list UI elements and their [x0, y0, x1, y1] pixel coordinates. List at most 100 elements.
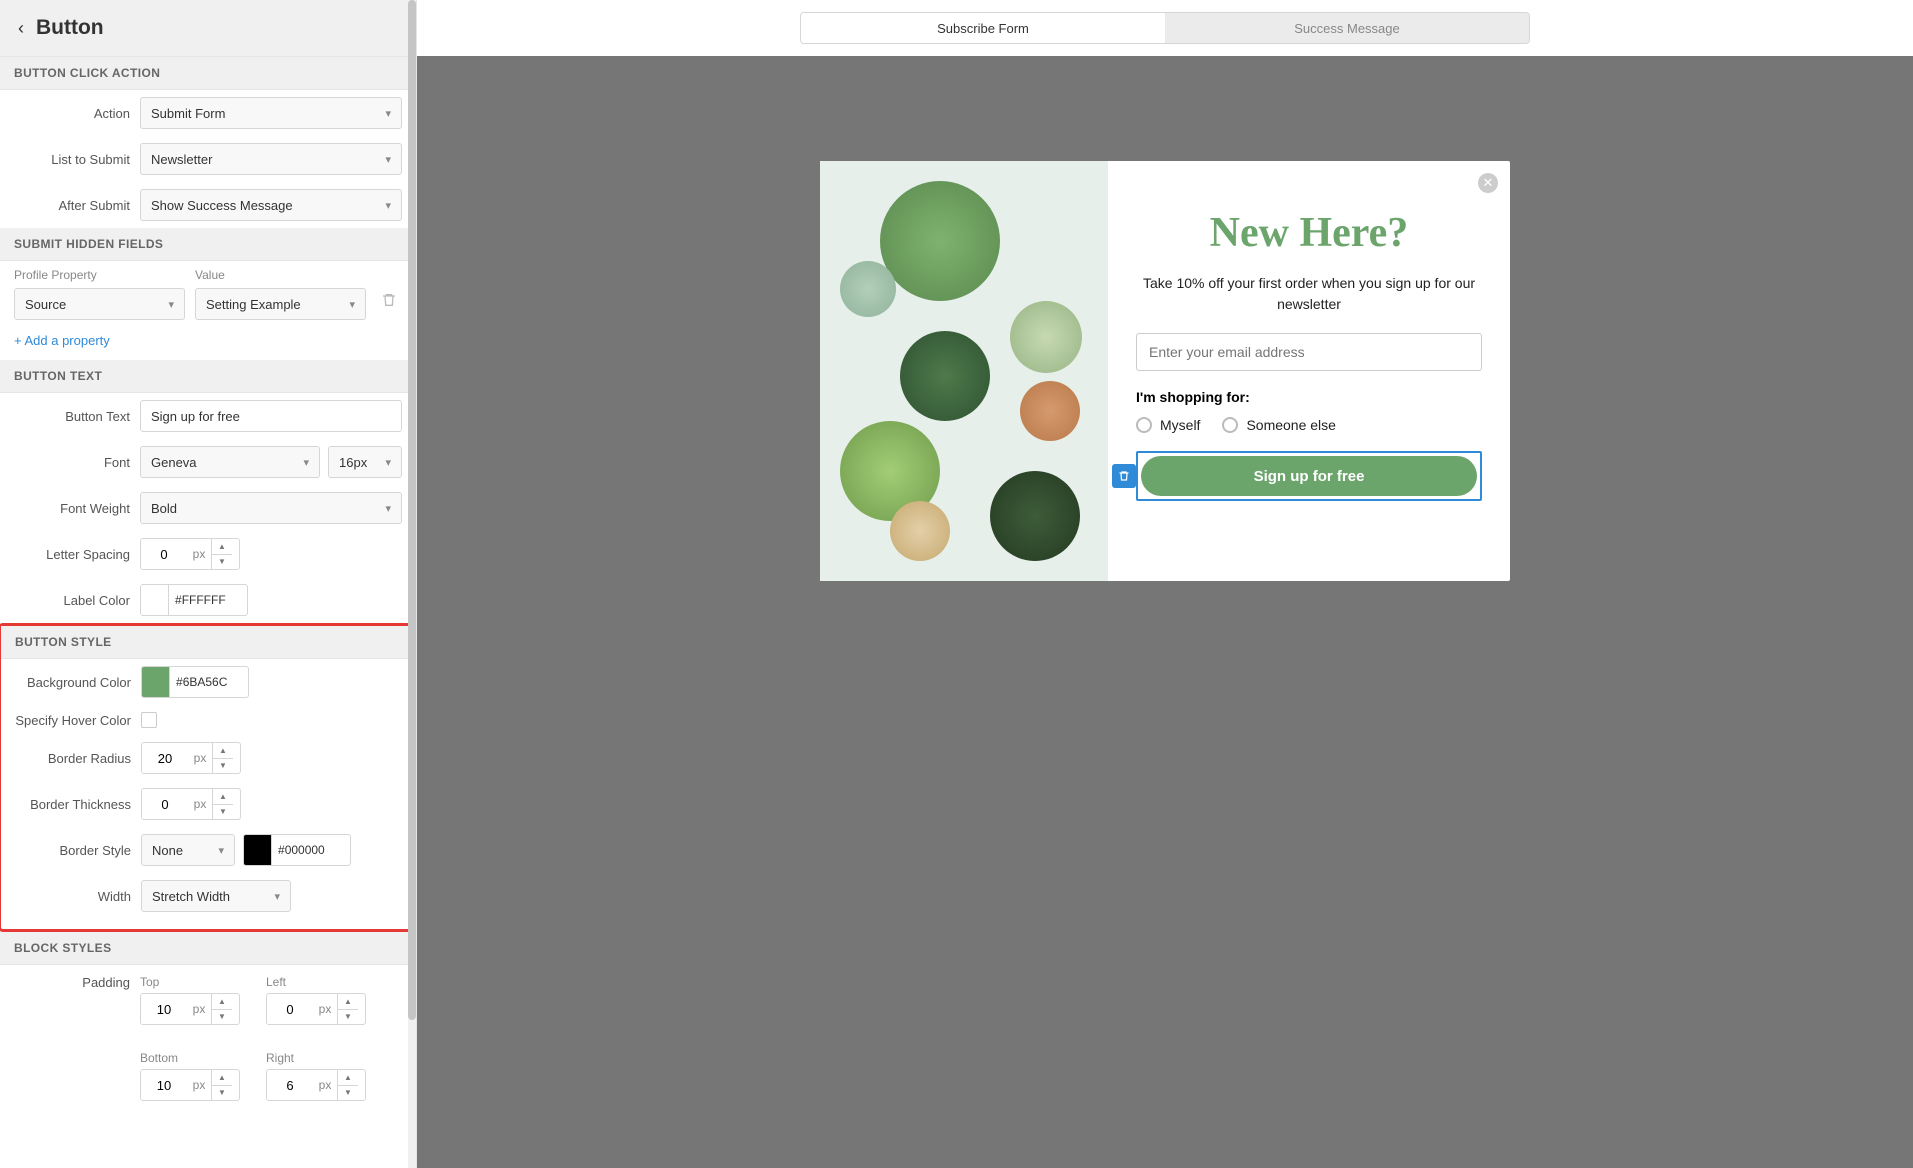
label-border-thickness: Border Thickness	[15, 797, 131, 812]
input-label-color[interactable]: #FFFFFF	[140, 584, 248, 616]
step-up-icon[interactable]: ▲	[212, 1070, 232, 1086]
canvas-stage[interactable]: ✕ New Here? Take 10% off your first orde…	[417, 56, 1913, 1168]
input-border-color[interactable]: #000000	[243, 834, 351, 866]
input-padding-top[interactable]: px ▲▼	[140, 993, 240, 1025]
scrollbar[interactable]	[408, 0, 416, 1168]
label-color-code: #FFFFFF	[169, 593, 247, 607]
row-bg-color: Background Color #6BA56C	[1, 659, 415, 705]
border-color-swatch[interactable]	[244, 835, 272, 865]
select-hidden-value[interactable]: Setting Example ▾	[195, 288, 366, 320]
close-icon[interactable]: ✕	[1478, 173, 1498, 193]
select-font-family[interactable]: Geneva ▾	[140, 446, 320, 478]
select-profile-property[interactable]: Source ▾	[14, 288, 185, 320]
input-border-thickness[interactable]: px ▲▼	[141, 788, 241, 820]
font-value: Geneva	[151, 455, 197, 470]
plant-decoration	[840, 261, 896, 317]
canvas-area: Subscribe Form Success Message ✕ New Her…	[417, 0, 1913, 1168]
label-padding: Padding	[14, 975, 130, 990]
delete-element-icon[interactable]	[1112, 464, 1136, 488]
step-down-icon[interactable]: ▼	[338, 1010, 358, 1025]
thickness-value[interactable]	[142, 789, 188, 819]
add-property-link[interactable]: + Add a property	[0, 327, 416, 360]
select-font-weight[interactable]: Bold ▾	[140, 492, 402, 524]
select-border-style[interactable]: None ▾	[141, 834, 235, 866]
label-font-weight: Font Weight	[14, 501, 130, 516]
tab-success-message[interactable]: Success Message	[1165, 13, 1529, 43]
step-down-icon[interactable]: ▼	[212, 1010, 232, 1025]
popup-modal: ✕ New Here? Take 10% off your first orde…	[820, 161, 1510, 581]
spacing-value[interactable]	[141, 539, 187, 569]
step-down-icon[interactable]: ▼	[213, 759, 233, 774]
input-border-radius[interactable]: px ▲▼	[141, 742, 241, 774]
select-list-value: Newsletter	[151, 152, 212, 167]
row-border-radius: Border Radius px ▲▼	[1, 735, 415, 781]
row-action: Action Submit Form ▾	[0, 90, 416, 136]
chevron-down-icon: ▾	[385, 107, 391, 120]
step-up-icon[interactable]: ▲	[338, 1070, 358, 1086]
select-after-value: Show Success Message	[151, 198, 293, 213]
input-padding-left[interactable]: px ▲▼	[266, 993, 366, 1025]
radio-icon	[1222, 417, 1238, 433]
radius-unit: px	[188, 751, 212, 765]
padding-top-value[interactable]	[141, 994, 187, 1024]
row-font-weight: Font Weight Bold ▾	[0, 485, 416, 531]
chevron-down-icon: ▾	[218, 844, 224, 857]
step-up-icon[interactable]: ▲	[338, 994, 358, 1010]
step-up-icon[interactable]: ▲	[213, 789, 233, 805]
select-action[interactable]: Submit Form ▾	[140, 97, 402, 129]
step-up-icon[interactable]: ▲	[213, 743, 233, 759]
radio-label-myself: Myself	[1160, 417, 1200, 433]
padding-left-value[interactable]	[267, 994, 313, 1024]
select-list[interactable]: Newsletter ▾	[140, 143, 402, 175]
checkbox-hover-color[interactable]	[141, 712, 157, 728]
plant-decoration	[1010, 301, 1082, 373]
sidebar-scroll[interactable]: ‹ Button BUTTON CLICK ACTION Action Subm…	[0, 0, 416, 1168]
select-font-size[interactable]: 16px ▾	[328, 446, 402, 478]
input-letter-spacing[interactable]: px ▲▼	[140, 538, 240, 570]
step-down-icon[interactable]: ▼	[213, 805, 233, 820]
label-bottom: Bottom	[140, 1051, 240, 1065]
signup-button[interactable]: Sign up for free	[1141, 456, 1477, 496]
select-value-text: Setting Example	[206, 297, 301, 312]
plant-decoration	[1020, 381, 1080, 441]
select-width[interactable]: Stretch Width ▾	[141, 880, 291, 912]
label-after-submit: After Submit	[14, 198, 130, 213]
font-size-value: 16px	[339, 455, 367, 470]
spacing-unit: px	[187, 547, 211, 561]
label-letter-spacing: Letter Spacing	[14, 547, 130, 562]
step-down-icon[interactable]: ▼	[212, 1086, 232, 1101]
row-list: List to Submit Newsletter ▾	[0, 136, 416, 182]
input-bg-color[interactable]: #6BA56C	[141, 666, 249, 698]
selected-element-frame: Sign up for free	[1136, 451, 1482, 501]
font-weight-value: Bold	[151, 501, 177, 516]
input-padding-right[interactable]: px ▲▼	[266, 1069, 366, 1101]
chevron-down-icon: ▾	[349, 298, 355, 311]
label-color-swatch[interactable]	[141, 585, 169, 615]
step-up-icon[interactable]: ▲	[212, 994, 232, 1010]
input-padding-bottom[interactable]: px ▲▼	[140, 1069, 240, 1101]
step-down-icon[interactable]: ▼	[212, 555, 232, 570]
padding-bottom-value[interactable]	[141, 1070, 187, 1100]
trash-icon[interactable]	[376, 292, 402, 313]
radio-icon	[1136, 417, 1152, 433]
tab-subscribe-form[interactable]: Subscribe Form	[801, 13, 1165, 43]
email-input[interactable]	[1136, 333, 1482, 371]
plant-decoration	[890, 501, 950, 561]
chevron-down-icon: ▾	[385, 153, 391, 166]
select-profile-value: Source	[25, 297, 66, 312]
bg-color-swatch[interactable]	[142, 667, 170, 697]
select-after-submit[interactable]: Show Success Message ▾	[140, 189, 402, 221]
step-down-icon[interactable]: ▼	[338, 1086, 358, 1101]
popup-heading: New Here?	[1210, 209, 1409, 257]
plant-decoration	[900, 331, 990, 421]
chevron-down-icon: ▾	[303, 456, 309, 469]
radio-someone-else[interactable]: Someone else	[1222, 417, 1336, 433]
step-up-icon[interactable]: ▲	[212, 539, 232, 555]
padding-right-value[interactable]	[267, 1070, 313, 1100]
input-button-text[interactable]	[140, 400, 402, 432]
row-padding: Padding Top px ▲▼ Left px ▲▼	[0, 965, 416, 1108]
scrollbar-thumb[interactable]	[408, 0, 416, 1020]
radius-value[interactable]	[142, 743, 188, 773]
back-icon[interactable]: ‹	[18, 18, 24, 39]
radio-myself[interactable]: Myself	[1136, 417, 1200, 433]
